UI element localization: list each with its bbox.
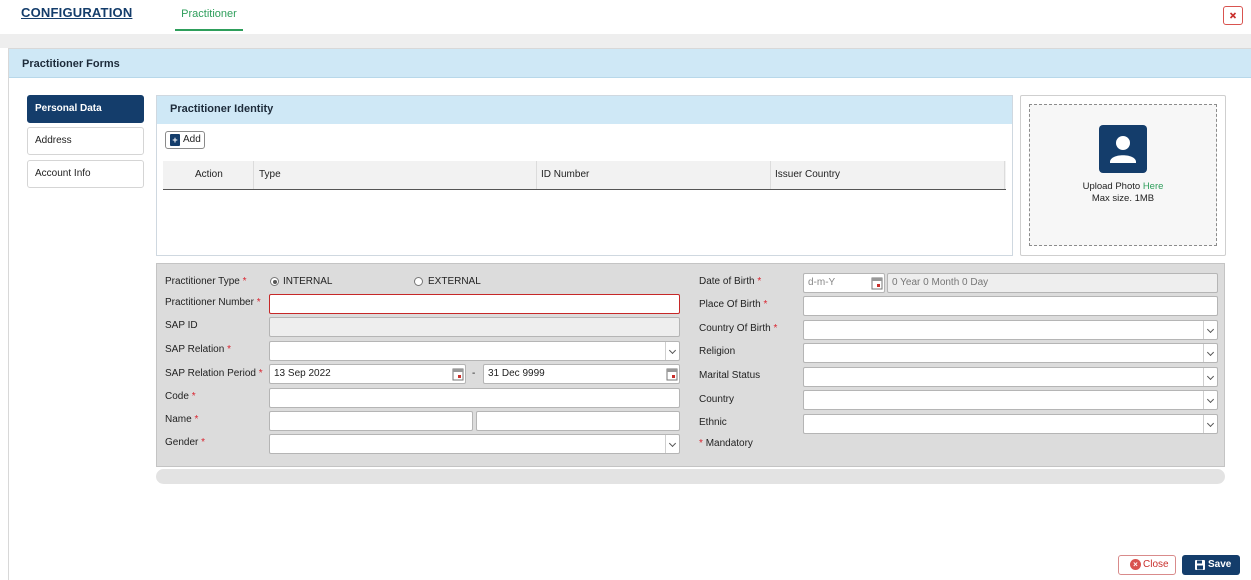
column-divider	[1004, 161, 1005, 189]
chevron-down-icon	[1203, 415, 1217, 433]
label-marital-status: Marital Status	[699, 370, 761, 381]
identity-header	[157, 96, 1012, 124]
upload-label: Upload Photo	[1082, 181, 1141, 192]
last-name-input[interactable]	[476, 411, 680, 431]
user-avatar-icon	[1099, 125, 1147, 173]
radio-external[interactable]	[414, 277, 423, 286]
close-button[interactable]: Close	[1118, 555, 1176, 575]
label-country-of-birth: Country Of Birth *	[699, 323, 778, 334]
label-religion: Religion	[699, 346, 736, 357]
label-place-of-birth: Place Of Birth *	[699, 299, 768, 310]
period-separator: -	[472, 368, 476, 379]
chevron-down-icon	[1203, 344, 1217, 362]
upload-here-link[interactable]: Here	[1143, 181, 1164, 192]
tab-practitioner[interactable]: Practitioner	[175, 0, 243, 31]
country-select[interactable]	[803, 390, 1218, 410]
identity-title: Practitioner Identity	[170, 103, 274, 115]
religion-select[interactable]	[803, 343, 1218, 363]
marital-status-select[interactable]	[803, 367, 1218, 387]
column-divider	[253, 161, 254, 189]
column-divider	[770, 161, 771, 189]
chevron-down-icon	[665, 342, 679, 360]
column-issuer-country[interactable]: Issuer Country	[775, 169, 840, 180]
label-gender: Gender *	[165, 437, 206, 448]
sap-period-to-input[interactable]: 31 Dec 9999	[483, 364, 680, 384]
label-country: Country	[699, 394, 735, 405]
calendar-icon[interactable]	[452, 367, 464, 381]
label-practitioner-number: Practitioner Number *	[165, 297, 261, 308]
label-ethnic: Ethnic	[699, 417, 727, 428]
label-sap-id: SAP ID	[165, 320, 198, 331]
sap-relation-select[interactable]	[269, 341, 680, 361]
date-of-birth-input[interactable]: d-m-Y	[803, 273, 885, 293]
close-circle-icon: ×	[1130, 559, 1141, 570]
chevron-down-icon	[1203, 321, 1217, 339]
close-window-button[interactable]	[1223, 6, 1243, 25]
chevron-down-icon	[1203, 368, 1217, 386]
first-name-input[interactable]	[269, 411, 473, 431]
mandatory-note: * Mandatory	[699, 438, 753, 449]
age-display: 0 Year 0 Month 0 Day	[887, 273, 1218, 293]
label-date-of-birth: Date of Birth *	[699, 276, 762, 287]
practitioner-number-input[interactable]	[269, 294, 680, 314]
radio-internal-label[interactable]: INTERNAL	[283, 276, 332, 287]
label-practitioner-type: Practitioner Type *	[165, 276, 247, 287]
calendar-icon[interactable]	[871, 276, 883, 290]
column-action[interactable]: Action	[195, 169, 223, 180]
radio-external-label[interactable]: EXTERNAL	[428, 276, 481, 287]
save-button[interactable]: Save	[1182, 555, 1240, 575]
label-name: Name *	[165, 414, 199, 425]
label-code: Code *	[165, 391, 196, 402]
country-of-birth-select[interactable]	[803, 320, 1218, 340]
horizontal-scrollbar[interactable]	[156, 469, 1225, 484]
ethnic-select[interactable]	[803, 414, 1218, 434]
forms-title: Practitioner Forms	[22, 58, 120, 70]
nav-personal-data[interactable]: Personal Data	[27, 95, 144, 123]
chevron-down-icon	[1203, 391, 1217, 409]
save-disk-icon	[1195, 560, 1205, 570]
nav-address[interactable]: Address	[27, 127, 144, 155]
sap-period-from-value: 13 Sep 2022	[274, 368, 331, 379]
sap-id-input[interactable]	[269, 317, 680, 337]
sap-period-to-value: 31 Dec 9999	[488, 368, 545, 379]
upload-max-size: Max size. 1MB	[1091, 193, 1155, 204]
app-title[interactable]: CONFIGURATION	[21, 5, 132, 20]
column-id-number[interactable]: ID Number	[541, 169, 589, 180]
date-of-birth-placeholder: d-m-Y	[808, 277, 836, 288]
radio-internal[interactable]	[270, 277, 279, 286]
gender-select[interactable]	[269, 434, 680, 454]
place-of-birth-input[interactable]	[803, 296, 1218, 316]
label-sap-relation-period: SAP Relation Period *	[165, 368, 263, 379]
chevron-down-icon	[665, 435, 679, 453]
column-divider	[536, 161, 537, 189]
nav-account-info[interactable]: Account Info	[27, 160, 144, 188]
forms-header	[9, 49, 1251, 78]
page-gutter	[0, 34, 1251, 48]
close-x-icon	[1229, 12, 1237, 19]
calendar-icon[interactable]	[666, 367, 678, 381]
upload-text: Upload Photo Here	[1029, 181, 1217, 192]
column-type[interactable]: Type	[259, 169, 281, 180]
label-sap-relation: SAP Relation *	[165, 344, 231, 355]
add-file-icon: +	[170, 134, 180, 146]
sap-period-from-input[interactable]: 13 Sep 2022	[269, 364, 466, 384]
code-input[interactable]	[269, 388, 680, 408]
